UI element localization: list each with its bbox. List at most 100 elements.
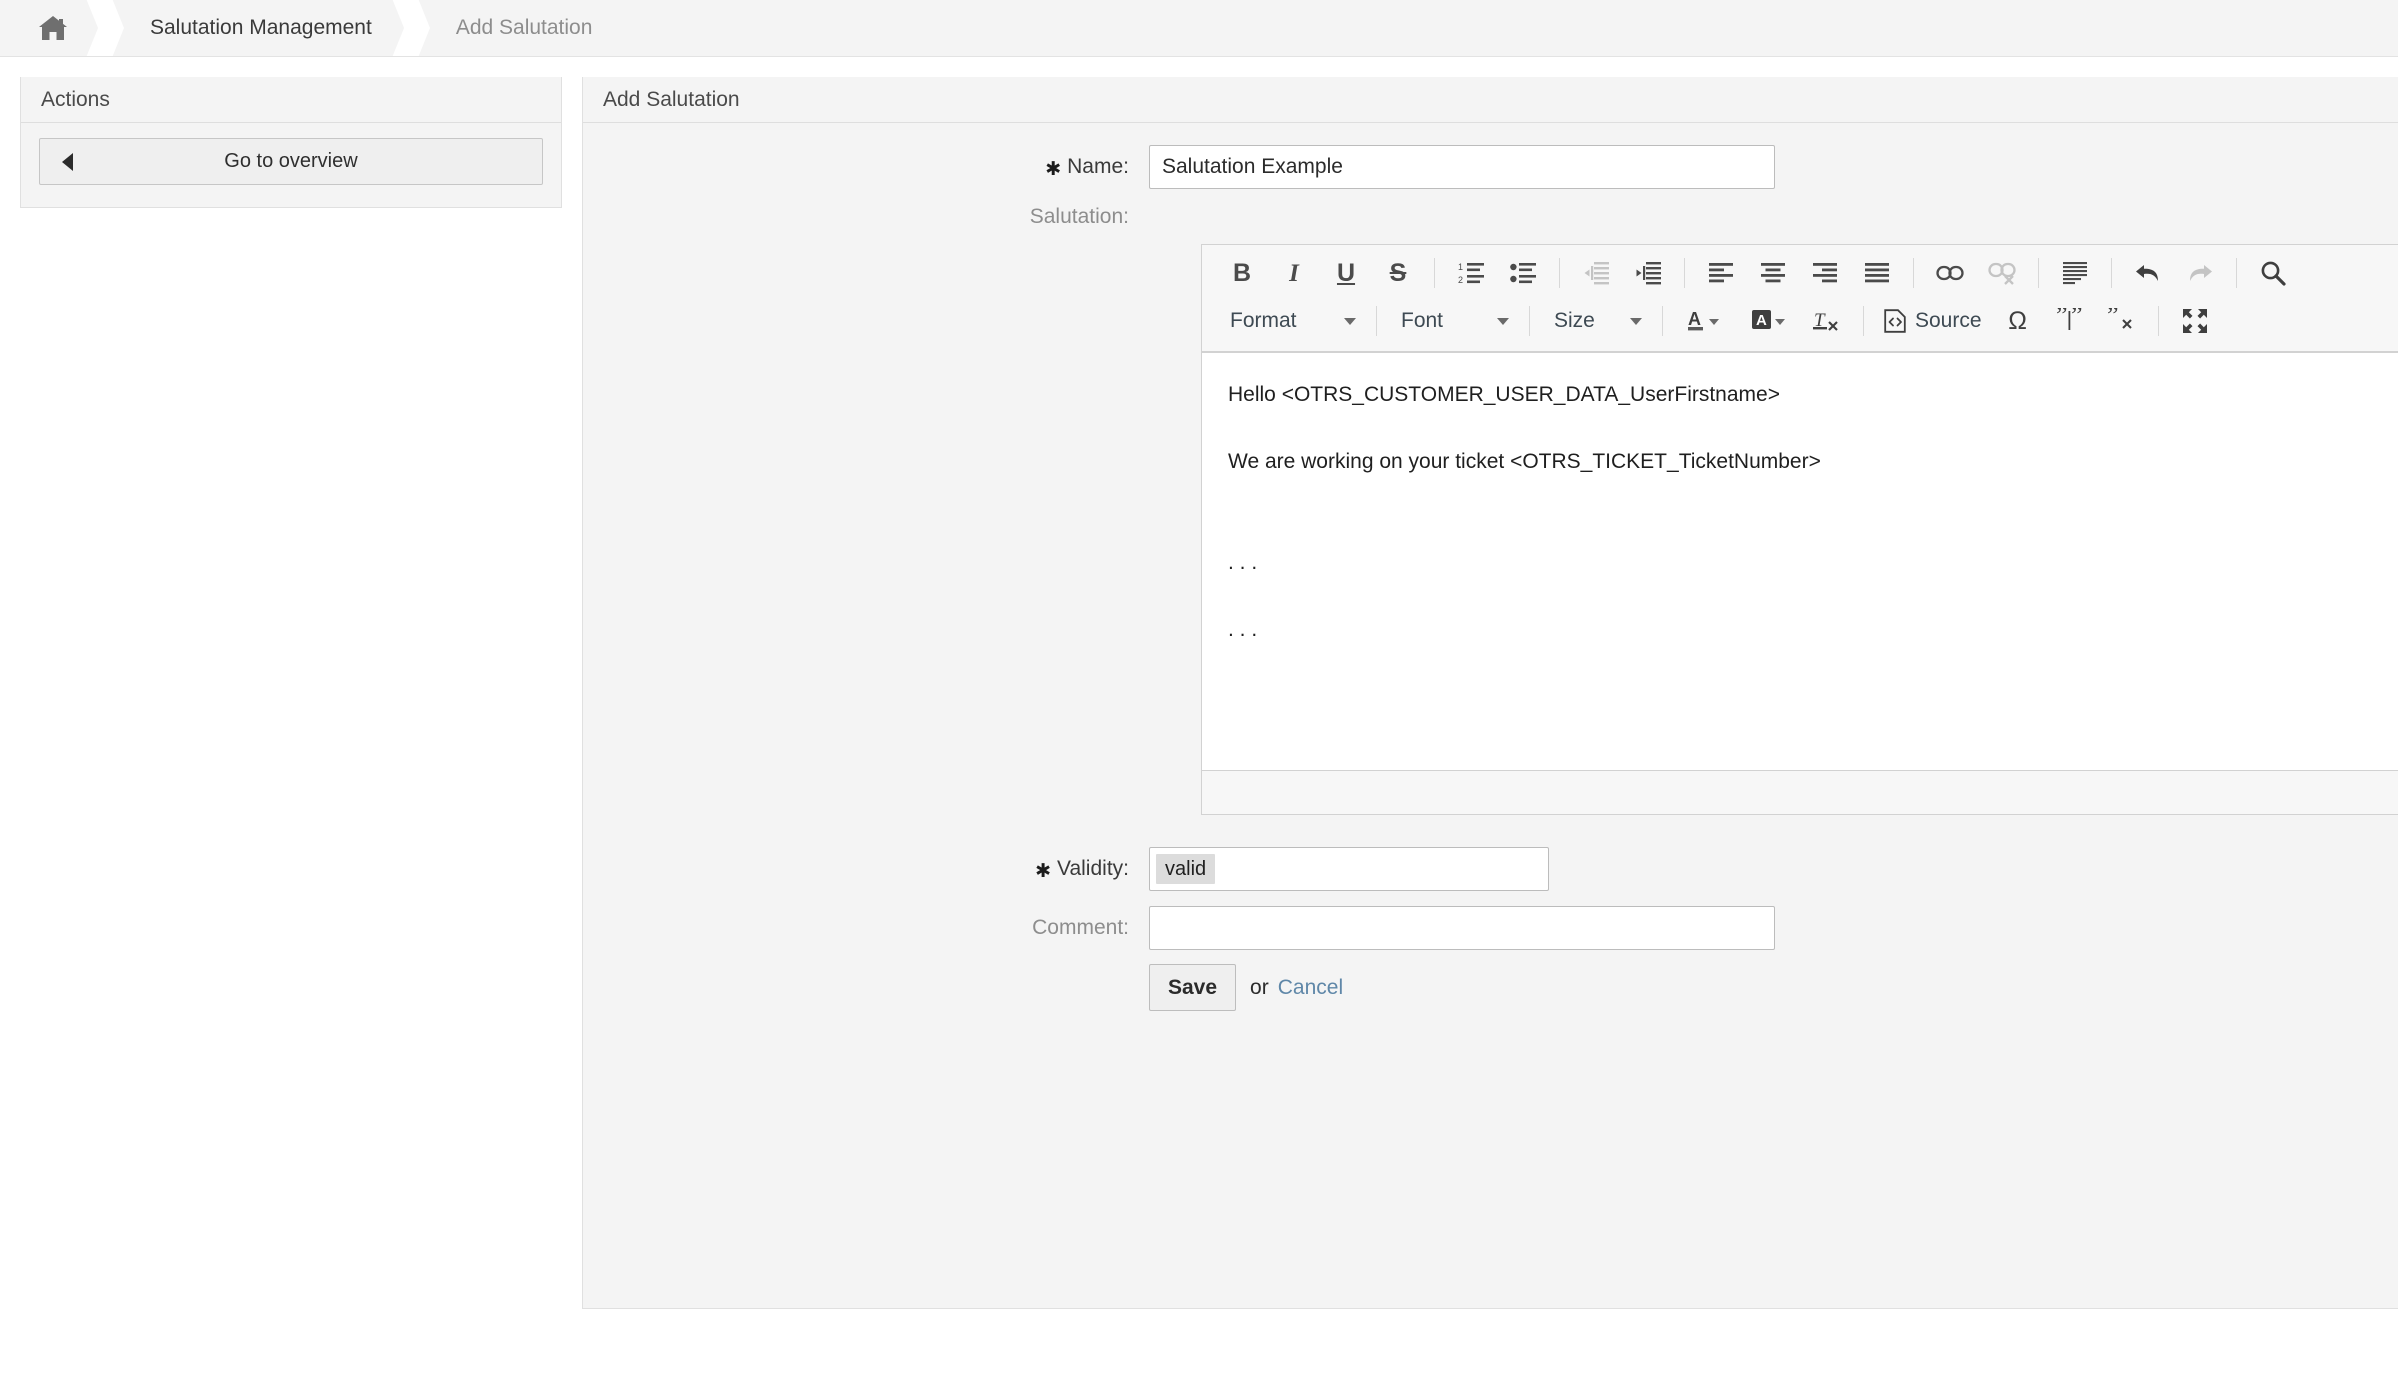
back-arrow-icon [62, 152, 73, 171]
toolbar-separator [1863, 306, 1864, 336]
editor-paragraph [1228, 480, 2398, 513]
validity-selected-value: valid [1156, 854, 1216, 884]
toolbar-separator [1529, 306, 1530, 336]
breadcrumb-item-salutation-management[interactable]: Salutation Management [128, 0, 400, 56]
name-field-label: ✱ Name: [583, 145, 1149, 190]
editor-paragraph: We are working on your ticket <OTRS_TICK… [1228, 450, 1821, 474]
editor-paragraph [1228, 413, 2398, 446]
font-dropdown[interactable]: Font [1387, 301, 1519, 341]
save-button[interactable]: Save [1149, 964, 1237, 1011]
svg-text:”: ” [2071, 308, 2083, 330]
size-dropdown-label: Size [1554, 309, 1595, 332]
editor-content-area[interactable]: Hello <OTRS_CUSTOMER_USER_DATA_UserFirst… [1202, 352, 2398, 770]
breadcrumb-separator [94, 0, 128, 56]
editor-paragraph: . . . [1228, 550, 1258, 574]
toolbar-separator [1913, 258, 1914, 288]
comment-field-label: Comment: [583, 906, 1149, 950]
actions-sidebar: Actions Go to overview [20, 77, 562, 208]
toolbar-separator [2111, 258, 2112, 288]
editor-paragraph: Hello <OTRS_CUSTOMER_USER_DATA_UserFirst… [1228, 383, 1780, 406]
remove-quote-icon[interactable]: ” [2101, 301, 2143, 341]
underline-icon[interactable]: U [1325, 253, 1367, 293]
breadcrumb: Salutation Management Add Salutation [0, 0, 2398, 57]
align-center-icon[interactable] [1752, 253, 1794, 293]
background-color-icon[interactable]: A [1742, 301, 1796, 341]
format-dropdown[interactable]: Format [1216, 301, 1366, 341]
increase-indent-icon[interactable] [1627, 253, 1669, 293]
unlink-icon[interactable] [1981, 253, 2023, 293]
breadcrumb-separator [400, 0, 434, 56]
chevron-down-icon [1497, 317, 1509, 325]
salutation-field-row: Salutation: [583, 204, 2398, 230]
size-dropdown[interactable]: Size [1540, 301, 1652, 341]
horizontal-rule-icon[interactable] [2054, 253, 2096, 293]
editor-paragraph: . . . [1228, 617, 1258, 641]
maximize-icon[interactable] [2174, 301, 2216, 341]
svg-text:”: ” [2107, 308, 2119, 330]
go-to-overview-button[interactable]: Go to overview [39, 138, 543, 185]
svg-text:2: 2 [1458, 275, 1463, 285]
special-character-icon[interactable]: Ω [1997, 301, 2039, 341]
format-dropdown-label: Format [1230, 309, 1297, 332]
svg-text:A: A [1688, 309, 1701, 329]
validity-select[interactable]: valid [1149, 847, 1549, 891]
actions-panel-title: Actions [21, 77, 561, 123]
salutation-label-text: Salutation: [1029, 205, 1129, 228]
required-marker-icon: ✱ [1045, 159, 1062, 180]
align-justify-icon[interactable] [1856, 253, 1898, 293]
italic-icon[interactable]: I [1273, 253, 1315, 293]
bulleted-list-icon[interactable] [1502, 253, 1544, 293]
actions-panel-body: Go to overview [21, 123, 561, 207]
source-button[interactable]: Source [1874, 301, 1992, 341]
submit-row: Save or Cancel [583, 964, 2398, 1011]
split-quote-icon[interactable]: ” ” [2049, 301, 2091, 341]
home-icon [38, 15, 68, 41]
name-field-row: ✱ Name: [583, 145, 2398, 190]
cancel-link[interactable]: Cancel [1278, 976, 1343, 1000]
editor-footer-bar [1202, 770, 2398, 814]
breadcrumb-label: Add Salutation [455, 16, 593, 39]
toolbar-separator [2157, 306, 2159, 336]
text-color-icon[interactable]: A [1678, 301, 1732, 341]
or-label: or [1250, 975, 1269, 999]
add-salutation-form: ✱Name: Salutation: B I U S [583, 123, 2398, 1061]
editor-toolbar-row-2: Format Font Size A A T Source Ω ” ” ” [1208, 297, 2398, 345]
decrease-indent-icon[interactable] [1575, 253, 1617, 293]
strikethrough-icon[interactable]: S [1377, 253, 1419, 293]
name-input[interactable] [1149, 145, 1775, 189]
align-left-icon[interactable] [1700, 253, 1742, 293]
rich-text-editor: B I U S 1 2 Format Font Size A A T Sourc… [1201, 244, 2398, 815]
align-right-icon[interactable] [1804, 253, 1846, 293]
undo-icon[interactable] [2127, 253, 2169, 293]
svg-text:”: ” [2056, 308, 2068, 330]
submit-actions: Save or Cancel [1149, 964, 1343, 1011]
actions-title-label: Actions [41, 87, 110, 111]
comment-input[interactable] [1149, 906, 1775, 950]
add-salutation-panel: Add Salutation ✱Name: Salutation: [582, 77, 2398, 1309]
numbered-list-icon[interactable]: 1 2 [1450, 253, 1492, 293]
go-to-overview-label: Go to overview [224, 150, 358, 172]
link-icon[interactable] [1929, 253, 1971, 293]
breadcrumb-item-home[interactable] [20, 0, 94, 56]
bold-icon[interactable]: B [1221, 253, 1263, 293]
find-icon[interactable] [2252, 253, 2294, 293]
source-button-label: Source [1915, 309, 1982, 332]
page-title-label: Add Salutation [603, 87, 740, 111]
toolbar-separator [1376, 306, 1377, 336]
validity-label-text: Validity: [1057, 857, 1129, 880]
redo-icon[interactable] [2179, 253, 2221, 293]
validity-field-row: ✱ Validity: valid [583, 847, 2398, 892]
toolbar-separator [2038, 258, 2039, 288]
editor-paragraph [1228, 513, 2398, 546]
toolbar-separator [1684, 258, 1685, 288]
editor-toolbar-row-1: B I U S 1 2 [1208, 249, 2398, 297]
breadcrumb-label: Salutation Management [150, 16, 372, 39]
validity-field-label: ✱ Validity: [583, 847, 1149, 892]
toolbar-separator [1662, 306, 1663, 336]
svg-text:1: 1 [1458, 262, 1463, 272]
toolbar-separator [1434, 258, 1435, 288]
chevron-down-icon [1344, 317, 1356, 325]
remove-format-icon[interactable]: T [1806, 301, 1848, 341]
salutation-field-label: Salutation: [583, 204, 1149, 230]
page-title: Add Salutation [583, 77, 2398, 123]
